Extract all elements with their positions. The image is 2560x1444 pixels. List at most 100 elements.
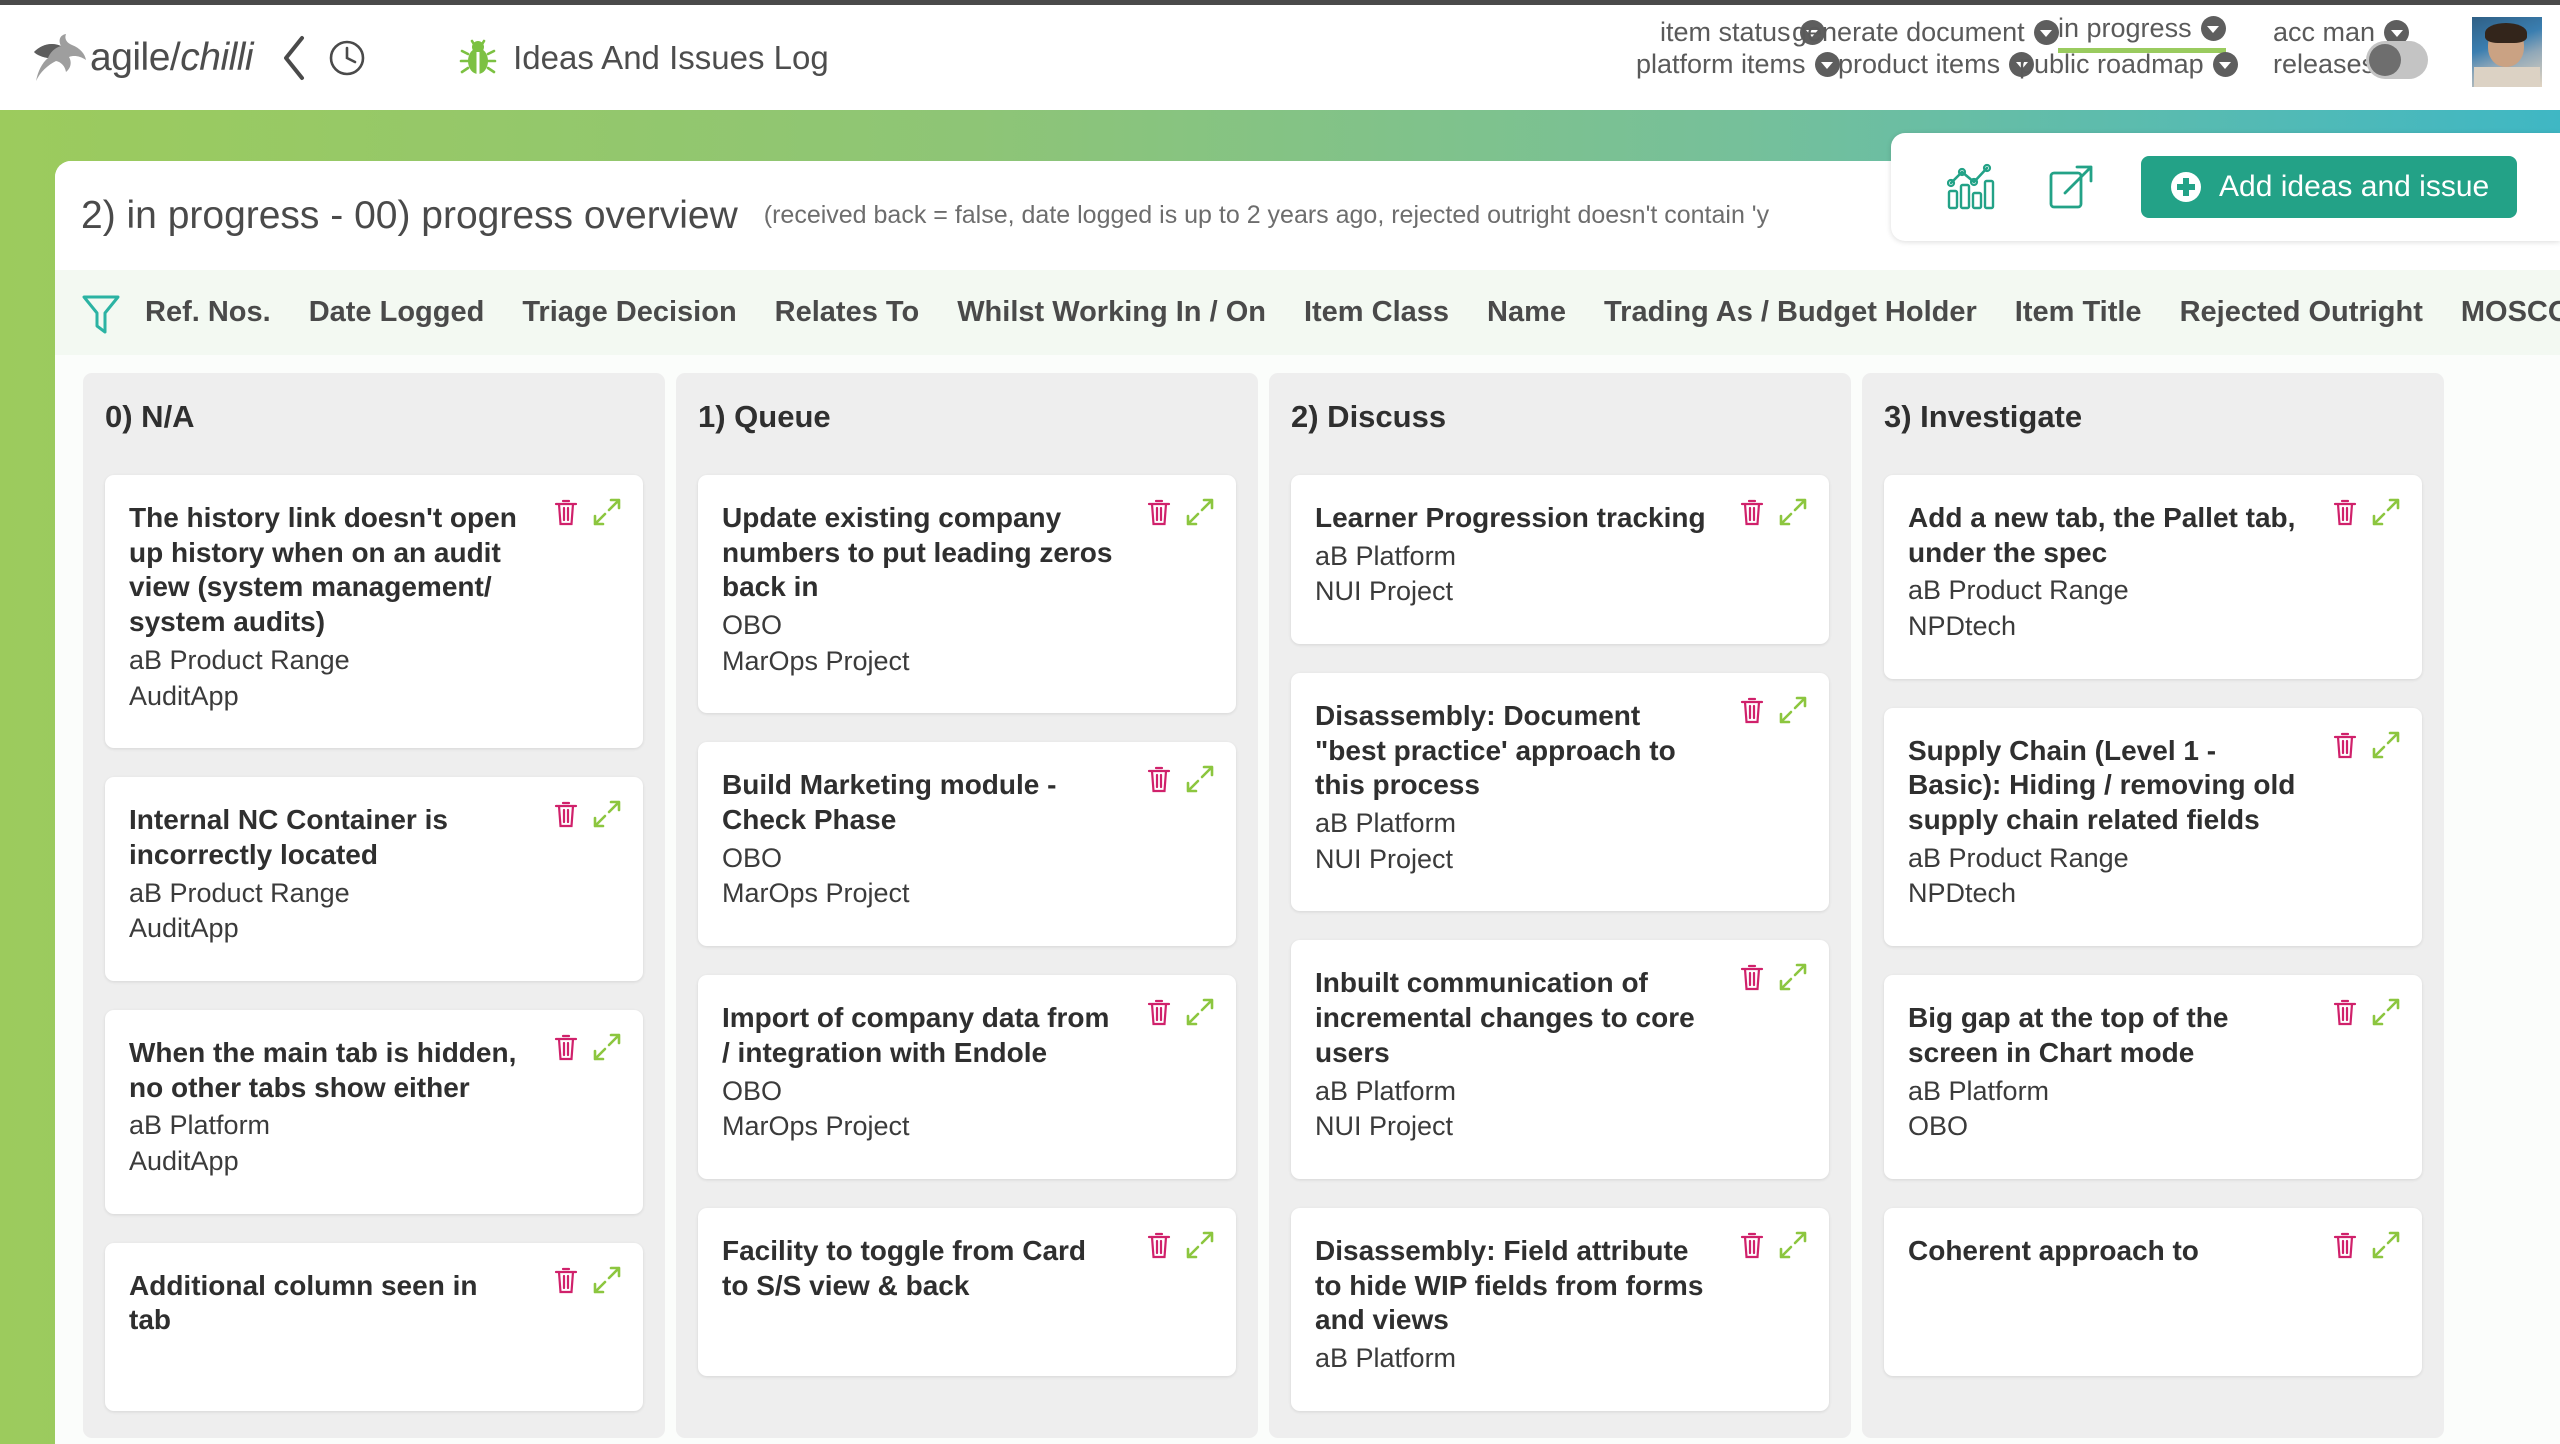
plus-circle-icon [2169, 170, 2203, 204]
kanban-card[interactable]: The history link doesn't open up history… [105, 475, 643, 748]
card-title: When the main tab is hidden, no other ta… [129, 1036, 619, 1105]
expand-icon[interactable] [1779, 1231, 1807, 1259]
kanban-card[interactable]: Big gap at the top of the screen in Char… [1884, 975, 2422, 1179]
expand-icon[interactable] [1186, 998, 1214, 1026]
expand-icon[interactable] [2372, 731, 2400, 759]
expand-icon[interactable] [1186, 498, 1214, 526]
kanban-column-queue: 1) Queue Update existing company numbers… [676, 373, 1258, 1438]
nav-item-public-roadmap[interactable]: public roadmap [2019, 49, 2238, 80]
main-panel: 2) in progress - 00) progress overview (… [55, 161, 2560, 1444]
kanban-card[interactable]: Disassembly: Document "best practice' ap… [1291, 673, 1829, 911]
delete-icon[interactable] [553, 799, 579, 829]
card-title: Build Marketing module - Check Phase [722, 768, 1212, 837]
kanban-card[interactable]: Disassembly: Field attribute to hide WIP… [1291, 1208, 1829, 1411]
kanban-card[interactable]: When the main tab is hidden, no other ta… [105, 1010, 643, 1214]
expand-icon[interactable] [593, 498, 621, 526]
card-meta-primary: aB Platform [1315, 1074, 1805, 1110]
delete-icon[interactable] [2332, 1230, 2358, 1260]
card-actions [1739, 497, 1807, 527]
delete-icon[interactable] [2332, 997, 2358, 1027]
delete-icon[interactable] [1739, 497, 1765, 527]
card-actions [1739, 1230, 1807, 1260]
kanban-card[interactable]: Inbuilt communication of incremental cha… [1291, 940, 1829, 1178]
card-meta-primary: OBO [722, 841, 1212, 877]
card-title: Disassembly: Document "best practice' ap… [1315, 699, 1805, 803]
column-header-item-title[interactable]: Item Title [2015, 296, 2142, 329]
clock-icon[interactable] [327, 38, 367, 78]
expand-icon[interactable] [1186, 1231, 1214, 1259]
kanban-card[interactable]: Update existing company numbers to put l… [698, 475, 1236, 713]
expand-icon[interactable] [1779, 963, 1807, 991]
kanban-card[interactable]: Facility to toggle from Card to S/S view… [698, 1208, 1236, 1376]
add-ideas-and-issue-button[interactable]: Add ideas and issue [2141, 156, 2517, 218]
delete-icon[interactable] [1146, 1230, 1172, 1260]
user-avatar[interactable] [2472, 17, 2542, 87]
card-title: Supply Chain (Level 1 - Basic): Hiding /… [1908, 734, 2398, 838]
column-header-moscow-rating[interactable]: MOSCOW Ratin [2461, 296, 2560, 329]
kanban-card[interactable]: Learner Progression tracking aB Platform… [1291, 475, 1829, 644]
delete-icon[interactable] [1739, 695, 1765, 725]
nav-label: product items [1838, 49, 2000, 80]
expand-icon[interactable] [1186, 765, 1214, 793]
card-title: Add a new tab, the Pallet tab, under the… [1908, 501, 2398, 570]
expand-icon[interactable] [1779, 498, 1807, 526]
nav-item-in-progress[interactable]: in progress [2058, 13, 2226, 53]
card-meta-primary: aB Product Range [1908, 841, 2398, 877]
card-title: Import of company data from / integratio… [722, 1001, 1212, 1070]
kanban-card[interactable]: Additional column seen in tab [105, 1243, 643, 1411]
kanban-card[interactable]: Build Marketing module - Check Phase OBO… [698, 742, 1236, 946]
column-header-date-logged[interactable]: Date Logged [309, 296, 485, 329]
bird-logo-icon [28, 32, 90, 84]
column-header-rejected-outright[interactable]: Rejected Outright [2180, 296, 2423, 329]
delete-icon[interactable] [553, 497, 579, 527]
expand-icon[interactable] [1779, 696, 1807, 724]
card-title: Coherent approach to [1908, 1234, 2398, 1269]
nav-item-generate-document[interactable]: generate document [1792, 17, 2059, 48]
delete-icon[interactable] [553, 1032, 579, 1062]
action-toolbar: Add ideas and issue [1891, 133, 2560, 241]
delete-icon[interactable] [1739, 1230, 1765, 1260]
expand-icon[interactable] [2372, 1231, 2400, 1259]
delete-icon[interactable] [1739, 962, 1765, 992]
nav-item-platform-items[interactable]: platform items [1636, 49, 1840, 80]
kanban-card[interactable]: Coherent approach to [1884, 1208, 2422, 1376]
chevron-left-icon[interactable] [279, 34, 309, 82]
delete-icon[interactable] [1146, 497, 1172, 527]
expand-icon[interactable] [2372, 998, 2400, 1026]
card-title: Update existing company numbers to put l… [722, 501, 1212, 605]
delete-icon[interactable] [1146, 997, 1172, 1027]
column-header-item-class[interactable]: Item Class [1304, 296, 1449, 329]
card-title: The history link doesn't open up history… [129, 501, 619, 640]
expand-icon[interactable] [593, 1033, 621, 1061]
expand-icon[interactable] [593, 1266, 621, 1294]
delete-icon[interactable] [1146, 764, 1172, 794]
column-header-ref-nos[interactable]: Ref. Nos. [145, 296, 271, 329]
column-header-name[interactable]: Name [1487, 296, 1566, 329]
kanban-card[interactable]: Import of company data from / integratio… [698, 975, 1236, 1179]
column-header-relates-to[interactable]: Relates To [775, 296, 920, 329]
delete-icon[interactable] [553, 1265, 579, 1295]
external-link-icon[interactable] [2047, 163, 2095, 211]
expand-icon[interactable] [593, 800, 621, 828]
kanban-card[interactable]: Add a new tab, the Pallet tab, under the… [1884, 475, 2422, 679]
card-actions [553, 497, 621, 527]
column-header-trading-as-budget-holder[interactable]: Trading As / Budget Holder [1604, 296, 1977, 329]
nav-item-product-items[interactable]: product items [1838, 49, 2034, 80]
theme-toggle-switch[interactable] [2366, 41, 2428, 79]
card-title: Additional column seen in tab [129, 1269, 619, 1338]
card-actions [1739, 962, 1807, 992]
column-header-triage-decision[interactable]: Triage Decision [522, 296, 736, 329]
filter-icon[interactable] [81, 292, 121, 336]
card-actions [2332, 730, 2400, 760]
kanban-card[interactable]: Internal NC Container is incorrectly loc… [105, 777, 643, 981]
brand-logo[interactable]: agile/chilli [28, 32, 253, 84]
bar-chart-icon[interactable] [1947, 163, 2001, 211]
card-meta-primary: aB Platform [1315, 806, 1805, 842]
kanban-card[interactable]: Supply Chain (Level 1 - Basic): Hiding /… [1884, 708, 2422, 946]
expand-icon[interactable] [2372, 498, 2400, 526]
delete-icon[interactable] [2332, 497, 2358, 527]
delete-icon[interactable] [2332, 730, 2358, 760]
card-actions [553, 799, 621, 829]
column-header-whilst-working-in-on[interactable]: Whilst Working In / On [957, 296, 1266, 329]
add-button-label: Add ideas and issue [2219, 170, 2489, 204]
